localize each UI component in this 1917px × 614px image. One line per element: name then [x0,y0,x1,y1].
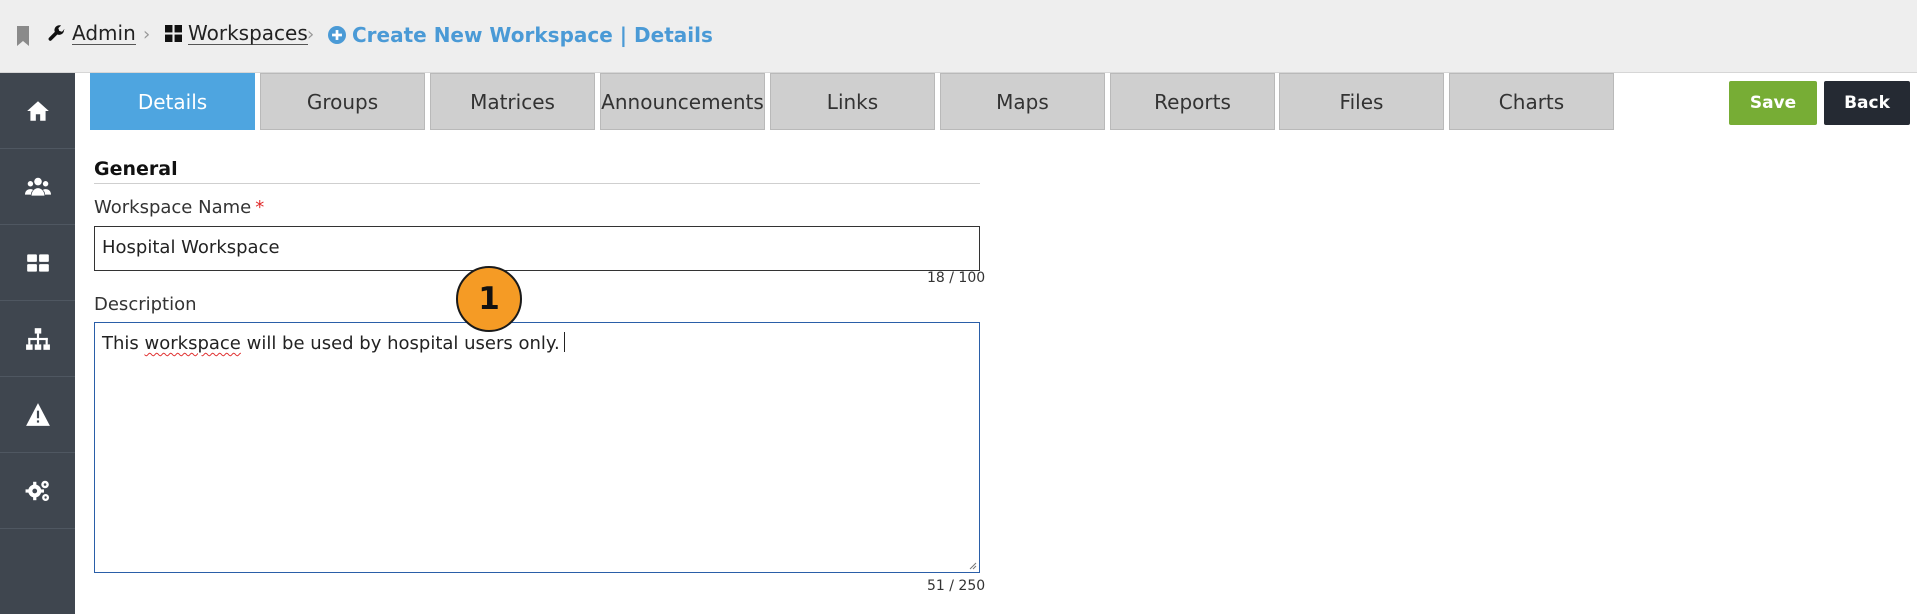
plus-circle-icon [328,26,346,44]
workspaces-grid-icon [26,253,49,272]
workspace-name-label: Workspace Name * [94,197,264,218]
tab-files[interactable]: Files [1279,73,1444,130]
section-title-general: General [94,158,178,180]
tab-reports[interactable]: Reports [1110,73,1275,130]
page-title: Create New Workspace | Details [352,23,713,47]
breadcrumb-current: Create New Workspace | Details [328,22,713,48]
tab-links[interactable]: Links [770,73,935,130]
sidebar-item-settings[interactable] [0,453,75,529]
tab-matrices[interactable]: Matrices [430,73,595,130]
text-caret [563,332,565,352]
workspace-name-input[interactable]: Hospital Workspace [94,226,980,271]
tab-charts[interactable]: Charts [1449,73,1614,130]
users-icon [24,177,51,196]
breadcrumb-admin[interactable]: Admin [48,22,136,45]
home-icon [26,100,49,121]
sidebar-item-home[interactable] [0,73,75,149]
hierarchy-icon [25,327,50,350]
breadcrumb-bar: Admin › Workspaces › Create New Workspac… [0,0,1917,73]
description-label: Description [94,294,197,315]
tab-details[interactable]: Details [90,73,255,130]
wrench-icon [48,24,65,41]
sidebar [0,73,75,614]
tab-announcements[interactable]: Announcements [600,73,765,130]
warning-icon [25,402,50,426]
description-misspelled-word: workspace [144,333,241,354]
save-button[interactable]: Save [1729,81,1817,125]
breadcrumb-workspaces-label: Workspaces [188,21,308,45]
breadcrumb-admin-label: Admin [72,21,136,45]
tab-groups[interactable]: Groups [260,73,425,130]
sidebar-item-users[interactable] [0,149,75,225]
required-marker: * [255,197,265,218]
sidebar-item-workspaces[interactable] [0,225,75,301]
description-text-start: This [102,333,145,354]
bookmark-icon[interactable] [16,26,30,46]
description-counter: 51 / 250 [927,578,986,594]
grid-icon [165,25,182,42]
tab-maps[interactable]: Maps [940,73,1105,130]
breadcrumb-workspaces[interactable]: Workspaces [165,22,308,45]
description-text-end: will be used by hospital users only. [240,333,560,354]
workspace-name-counter: 18 / 100 [927,270,986,286]
resize-handle-icon[interactable] [967,560,977,570]
breadcrumb-separator-icon: › [143,24,151,45]
sidebar-item-hierarchy[interactable] [0,301,75,377]
workspace-name-label-text: Workspace Name [94,197,252,218]
description-textarea[interactable]: This workspace will be used by hospital … [94,322,980,573]
breadcrumb-separator-icon: › [307,24,315,45]
settings-gears-icon [25,480,49,501]
step-callout-badge: 1 [456,266,522,332]
back-button[interactable]: Back [1824,81,1910,125]
section-divider [94,183,980,184]
sidebar-item-alerts[interactable] [0,377,75,453]
